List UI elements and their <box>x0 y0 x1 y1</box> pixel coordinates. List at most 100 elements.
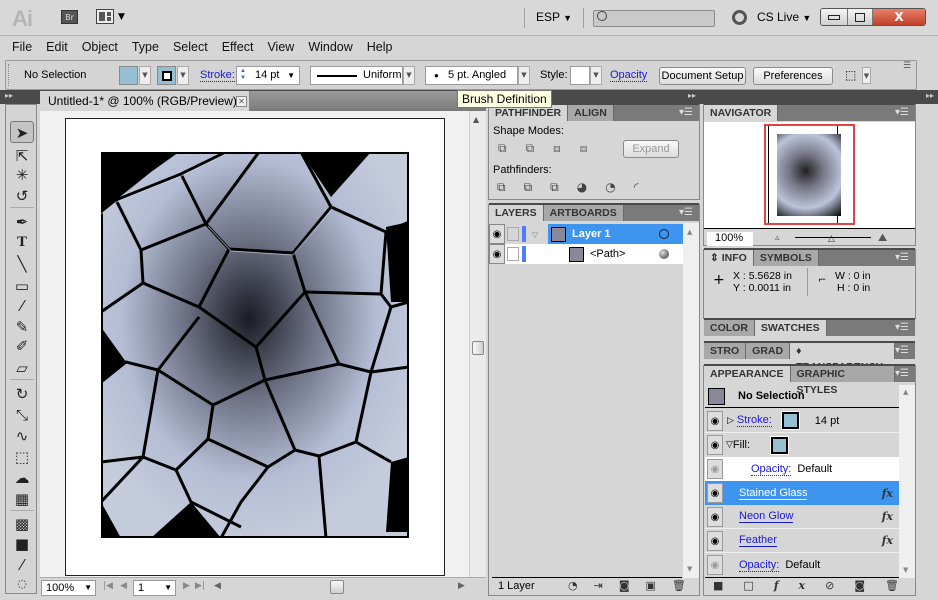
effect-row-feather[interactable]: ◉ Feather fx <box>705 529 899 553</box>
navigator-view-box[interactable] <box>764 124 855 225</box>
fill-dropdown[interactable]: ▼ <box>139 66 151 85</box>
visibility-eye-icon[interactable]: ◉ <box>489 244 505 264</box>
clear-appearance-icon[interactable]: ⊘ <box>825 579 854 592</box>
mesh-tool-icon[interactable]: ▩ <box>6 513 38 535</box>
menu-view[interactable]: View <box>267 40 294 54</box>
divide-icon[interactable]: ⧉ <box>497 180 524 194</box>
minus-back-icon[interactable]: ◜ <box>634 180 657 194</box>
lock-toggle[interactable] <box>507 247 519 261</box>
brush-field[interactable]: ● 5 pt. Angled <box>425 66 518 85</box>
panel-menu-icon[interactable]: ☰ <box>903 61 911 71</box>
tab-layers[interactable]: LAYERS <box>489 205 544 221</box>
effect-link[interactable]: Neon Glow <box>739 510 794 523</box>
tab-gradient[interactable]: GRAD <box>746 343 791 359</box>
gradient-tool-icon[interactable]: ■ <box>6 533 38 555</box>
perspective-grid-tool-icon[interactable]: ▦ <box>6 488 38 510</box>
pen-tool-icon[interactable]: ✒ <box>6 211 38 233</box>
profile-field[interactable]: Uniform <box>310 66 403 85</box>
tab-transparency[interactable]: ♦ TRANSPARENCY <box>790 343 896 373</box>
eraser-tool-icon[interactable]: ▱ <box>6 357 38 379</box>
stroke-swatch[interactable] <box>157 66 176 85</box>
close-button[interactable]: X <box>873 9 925 25</box>
arrange-documents-icon[interactable] <box>96 9 114 24</box>
stroke-color-swatch[interactable] <box>780 411 800 430</box>
visibility-eye-icon[interactable]: ◉ <box>707 483 723 503</box>
selection-tool-icon[interactable]: ➤ <box>10 121 34 143</box>
paintbrush-tool-icon[interactable]: ⁄ <box>6 295 38 317</box>
expand-triangle-icon[interactable]: ▽ <box>532 230 538 239</box>
rotate-tool-icon[interactable]: ↻ <box>6 383 38 405</box>
visibility-eye-icon[interactable]: ◉ <box>707 506 723 527</box>
exclude-icon[interactable]: ⧈ <box>580 141 607 155</box>
fill-color-swatch[interactable] <box>770 435 790 455</box>
scroll-up-icon[interactable]: ▲ <box>903 388 908 396</box>
appearance-opacity-row[interactable]: ◉ Opacity: Default <box>705 553 899 577</box>
visibility-eye-icon[interactable]: ◉ <box>707 530 723 551</box>
visibility-eye-icon[interactable]: ◉ <box>707 435 723 455</box>
visibility-eye-icon[interactable]: ◉ <box>707 459 723 479</box>
menu-effect[interactable]: Effect <box>222 40 254 54</box>
visibility-eye-icon[interactable]: ◉ <box>707 410 723 431</box>
magic-wand-tool-icon[interactable]: ✳ <box>6 164 38 186</box>
effect-row-stained-glass[interactable]: ◉ Stained Glass fx <box>705 481 899 505</box>
horizontal-scrollbar-thumb[interactable] <box>330 580 344 594</box>
scroll-up-icon[interactable]: ▲ <box>687 228 692 236</box>
appearance-scrollbar[interactable] <box>899 385 915 578</box>
duplicate-item-icon[interactable]: ◙ <box>854 579 885 592</box>
previous-artboard-icon[interactable]: ◀ <box>120 581 127 591</box>
scroll-down-icon[interactable]: ▼ <box>903 566 908 574</box>
add-fill-icon[interactable]: □ <box>743 579 773 592</box>
blob-brush-tool-icon[interactable]: ✐ <box>6 335 38 357</box>
opacity-link[interactable]: Opacity: <box>739 559 780 572</box>
new-sublayer-icon[interactable]: ◙ <box>619 579 646 592</box>
tab-color[interactable]: COLOR <box>704 320 755 336</box>
collapse-icon[interactable]: ▸▸ <box>926 91 934 100</box>
search-input[interactable] <box>593 10 715 27</box>
scroll-up-icon[interactable]: ▲ <box>473 115 479 124</box>
layer-row[interactable]: ◉ <Path> <box>489 244 683 264</box>
preferences-button[interactable]: Preferences <box>753 67 833 85</box>
lasso-tool-icon[interactable]: ↺ <box>6 185 38 207</box>
target-circle-icon[interactable] <box>659 229 669 239</box>
select-similar-icon[interactable]: ⬚ <box>845 68 856 82</box>
menu-type[interactable]: Type <box>132 40 159 54</box>
style-swatch[interactable] <box>570 66 590 85</box>
crop-icon[interactable]: ◕ <box>577 180 605 194</box>
appearance-fill-row[interactable]: ◉ ▽ Fill: <box>705 433 899 457</box>
next-artboard-icon[interactable]: ▶ <box>183 581 190 591</box>
fill-opacity-link[interactable]: Opacity: <box>751 463 792 476</box>
free-transform-tool-icon[interactable]: ⬚ <box>6 446 38 468</box>
lock-toggle[interactable] <box>507 227 519 241</box>
appearance-fill-opacity-row[interactable]: ◉ Opacity: Default <box>705 457 899 481</box>
chevron-down-icon[interactable]: ▼ <box>118 12 125 22</box>
new-layer-icon[interactable]: ▣ <box>646 579 672 592</box>
last-artboard-icon[interactable]: ▶| <box>195 581 205 591</box>
opacity-link[interactable]: Opacity <box>610 69 648 82</box>
cslive-menu[interactable]: CS Live ▼ <box>757 10 811 24</box>
blend-tool-icon[interactable]: ◌ <box>6 573 38 595</box>
style-dropdown[interactable]: ▼ <box>590 66 602 85</box>
tab-symbols[interactable]: SYMBOLS <box>753 250 819 266</box>
workspace-switcher[interactable]: ESP ▼ <box>536 10 572 24</box>
panel-menu-icon[interactable]: ▾☰ <box>679 105 699 121</box>
trash-icon[interactable]: 🗑 <box>672 579 702 592</box>
visibility-eye-icon[interactable]: ◉ <box>707 555 723 575</box>
navigator-zoom-field[interactable]: 100% <box>707 232 753 246</box>
target-circle-icon[interactable] <box>659 249 669 259</box>
collapse-icon[interactable]: ▸▸ <box>688 91 696 100</box>
tab-artboards[interactable]: ARTBOARDS <box>543 205 624 221</box>
trash-icon[interactable]: 🗑 <box>885 579 919 592</box>
scroll-left-icon[interactable]: ◀ <box>214 581 221 591</box>
layer-row[interactable]: ◉ ▽ Layer 1 <box>489 224 683 244</box>
select-similar-dropdown[interactable]: ▼ <box>862 67 871 84</box>
tab-graphic-styles[interactable]: GRAPHIC STYLES <box>790 366 896 396</box>
scrollbar-thumb[interactable] <box>472 341 484 355</box>
tab-info[interactable]: ⇕ INFO <box>704 250 754 266</box>
fill-swatch[interactable] <box>119 66 138 85</box>
stained-glass-artwork[interactable] <box>101 152 409 538</box>
zoom-out-icon[interactable]: ▵ <box>775 233 780 243</box>
warp-tool-icon[interactable]: ∿ <box>6 425 38 447</box>
effect-row-neon-glow[interactable]: ◉ Neon Glow fx <box>705 505 899 529</box>
first-artboard-icon[interactable]: |◀ <box>103 581 113 591</box>
menu-edit[interactable]: Edit <box>46 40 68 54</box>
